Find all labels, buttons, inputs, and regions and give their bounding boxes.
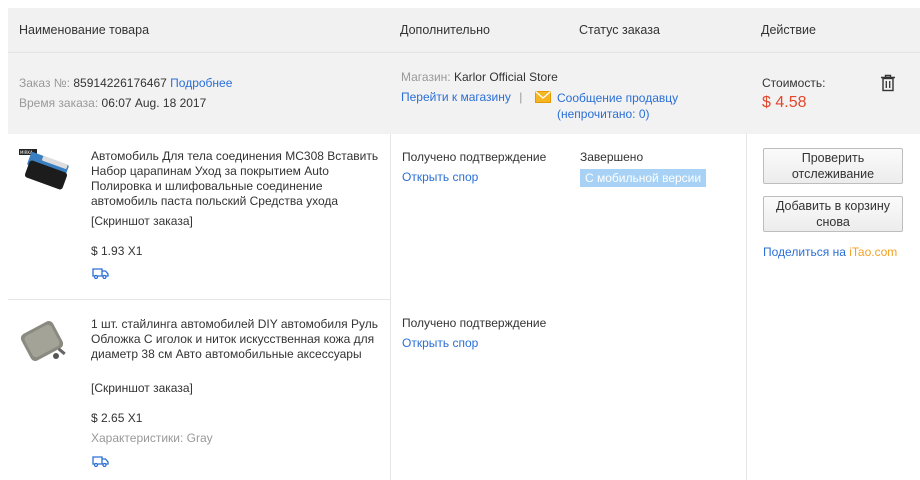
envelope-icon: [535, 91, 551, 106]
store-info: Магазин: Karlor Official Store: [401, 70, 558, 84]
confirmation-status: Получено подтверждение: [402, 316, 547, 330]
mobile-badge: С мобильной версии: [580, 169, 707, 187]
check-tracking-button[interactable]: Проверить отслеживание: [763, 148, 903, 184]
order-snapshot-link[interactable]: [Скриншот заказа]: [91, 381, 193, 395]
store-name: Karlor Official Store: [453, 70, 558, 84]
open-dispute-link[interactable]: Открыть спор: [402, 170, 478, 184]
item-price: $ 2.65 X1: [91, 411, 143, 425]
message-seller-link[interactable]: Сообщение продавцу: [557, 91, 678, 105]
divider: [746, 134, 747, 480]
col-additional: Дополнительно: [400, 23, 490, 37]
cost-label: Стоимость:: [762, 76, 826, 90]
order-cost: $ 4.58: [762, 94, 807, 111]
col-order-status: Статус заказа: [579, 23, 660, 37]
product-thumbnail[interactable]: MIRKA: [16, 146, 74, 204]
truck-icon: [92, 455, 109, 470]
order-details-link[interactable]: Подробнее: [170, 76, 232, 90]
divider: [8, 299, 390, 300]
divider: [390, 134, 391, 480]
order-snapshot-link[interactable]: [Скриншот заказа]: [91, 214, 193, 228]
share-link[interactable]: Поделиться на iTao.com: [763, 245, 897, 259]
go-to-store-link[interactable]: Перейти к магазину: [401, 90, 511, 104]
product-thumbnail[interactable]: [16, 314, 74, 372]
order-time: Время заказа: 06:07 Aug. 18 2017: [19, 96, 207, 110]
truck-icon: [92, 267, 109, 282]
item-characteristics: Характеристики: Gray: [91, 431, 213, 445]
order-summary: Заказ №: 85914226176467 Подробнее Время …: [8, 52, 920, 134]
open-dispute-link[interactable]: Открыть спор: [402, 336, 478, 350]
col-action: Действие: [761, 23, 816, 37]
trash-icon[interactable]: [880, 74, 896, 95]
unread-messages-link[interactable]: (непрочитано: 0): [557, 107, 650, 121]
product-title[interactable]: Автомобиль Для тела соединения MC308 Вст…: [91, 149, 381, 209]
order-number: Заказ №: 85914226176467 Подробнее: [19, 76, 233, 90]
order-items: MIRKA Автомобиль Для тела соединения MC3…: [8, 134, 920, 480]
col-product-name: Наименование товара: [19, 23, 150, 37]
product-title[interactable]: 1 шт. стайлинга автомобилей DIY автомоби…: [91, 317, 381, 362]
table-header: Наименование товара Дополнительно Статус…: [8, 8, 920, 52]
order-status-text: Завершено: [580, 150, 644, 164]
add-to-cart-again-button[interactable]: Добавить в корзину снова: [763, 196, 903, 232]
confirmation-status: Получено подтверждение: [402, 150, 547, 164]
item-price: $ 1.93 X1: [91, 244, 143, 258]
